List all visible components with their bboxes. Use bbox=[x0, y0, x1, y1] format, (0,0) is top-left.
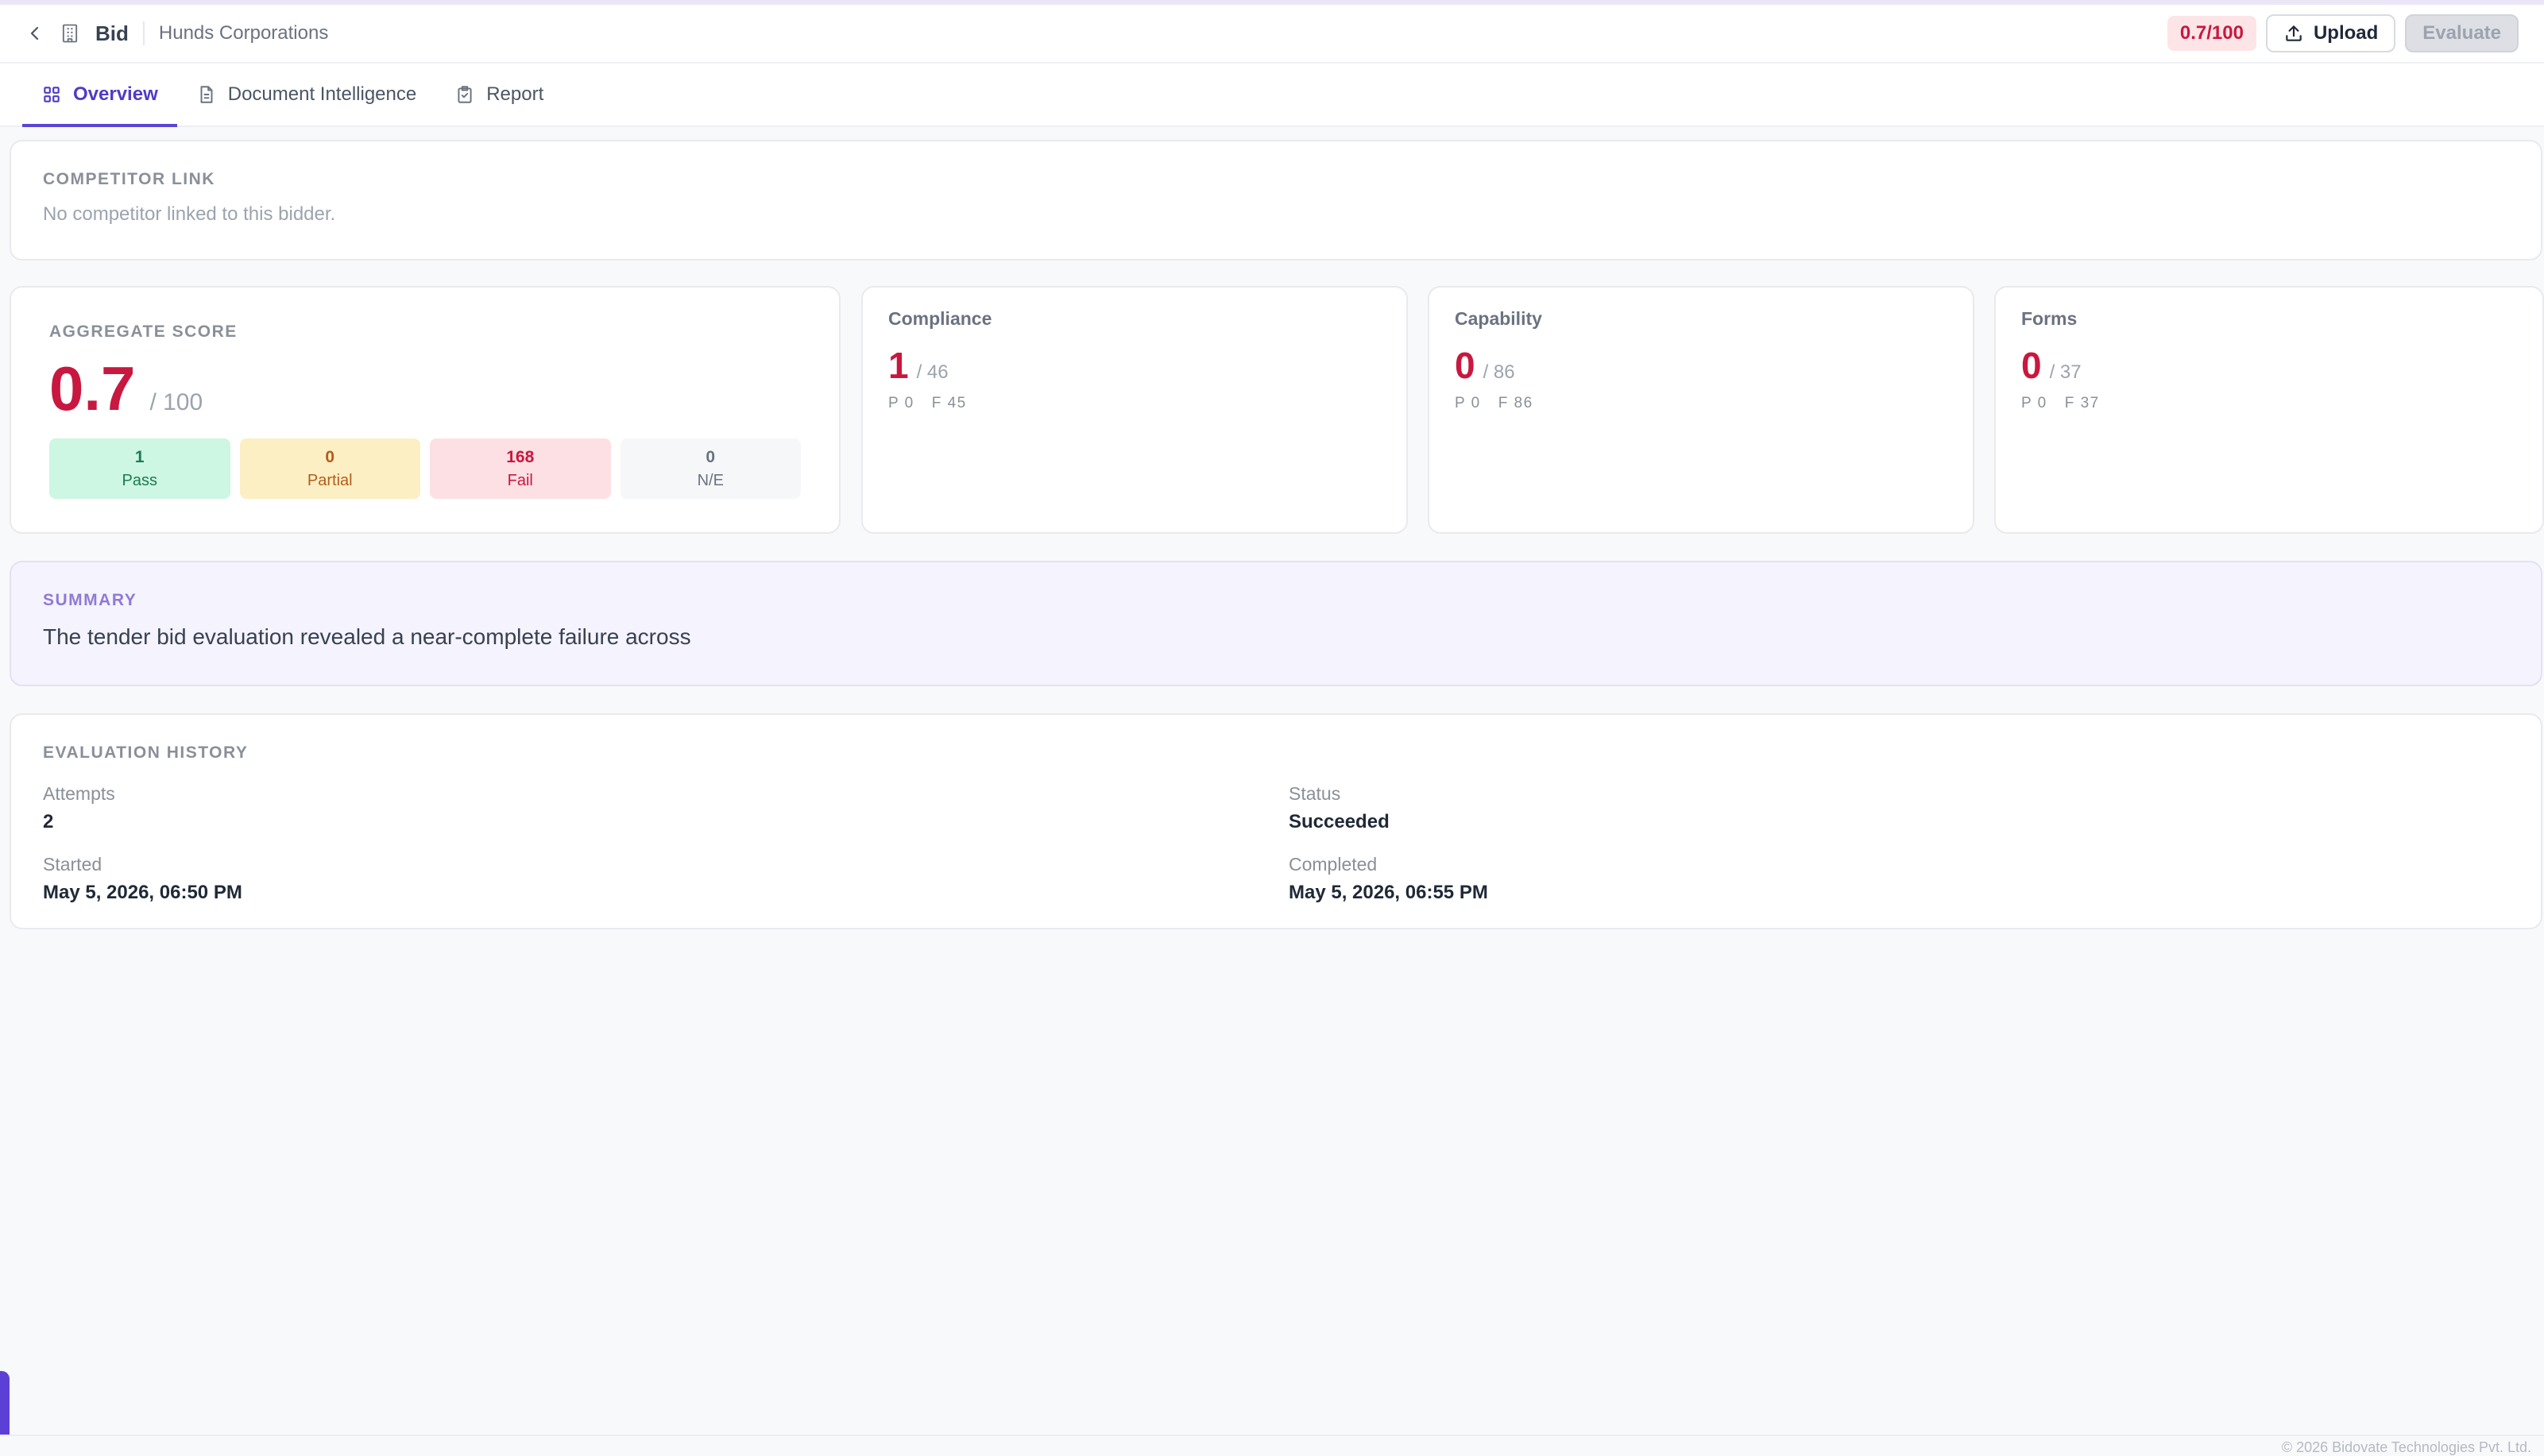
ne-tile: 0 N/E bbox=[620, 438, 801, 499]
metric-value: 0 bbox=[1455, 345, 1475, 386]
metric-score: 0 / 37 bbox=[2021, 347, 2517, 384]
metric-pass-fail: P 0 F 86 bbox=[1455, 395, 1947, 412]
metric-fail: F 37 bbox=[2064, 395, 2100, 411]
capability-card: Capability 0 / 86 P 0 F 86 bbox=[1428, 286, 1974, 534]
summary-text: The tender bid evaluation revealed a nea… bbox=[43, 624, 691, 649]
attempts-field: Attempts 2 bbox=[43, 783, 1289, 833]
upload-icon bbox=[2283, 23, 2304, 44]
result-tiles: 1 Pass 0 Partial 168 Fail 0 N/E bbox=[49, 438, 801, 499]
metric-pass-fail: P 0 F 37 bbox=[2021, 395, 2517, 412]
page-footer: © 2026 Bidovate Technologies Pvt. Ltd. bbox=[0, 1435, 2544, 1455]
fail-count: 168 bbox=[506, 447, 535, 466]
metric-fail: F 45 bbox=[931, 395, 967, 411]
tab-label: Document Intelligence bbox=[227, 83, 417, 105]
upload-button[interactable]: Upload bbox=[2265, 14, 2396, 52]
chevron-left-icon[interactable] bbox=[25, 24, 44, 43]
metric-value: 0 bbox=[2021, 345, 2042, 386]
attempts-value: 2 bbox=[43, 811, 54, 832]
status-value: Succeeded bbox=[1289, 811, 1390, 832]
metric-pass: P 0 bbox=[1455, 395, 1481, 411]
section-title: SUMMARY bbox=[43, 591, 137, 609]
status-field: Status Succeeded bbox=[1289, 783, 2512, 833]
tab-overview[interactable]: Overview bbox=[22, 64, 177, 127]
tab-label: Overview bbox=[73, 83, 158, 105]
history-grid: Attempts 2 Status Succeeded Started May … bbox=[43, 783, 2509, 904]
ne-label: N/E bbox=[697, 471, 724, 489]
completed-value: May 5, 2026, 06:55 PM bbox=[1289, 882, 1488, 903]
metric-title: Compliance bbox=[888, 308, 992, 329]
page-header: Bid Hunds Corporations 0.7/100 Upload Ev… bbox=[0, 5, 2544, 64]
started-value: May 5, 2026, 06:50 PM bbox=[43, 882, 242, 903]
metric-title: Forms bbox=[2021, 308, 2078, 329]
pass-tile: 1 Pass bbox=[49, 438, 230, 499]
competitor-empty-text: No competitor linked to this bidder. bbox=[43, 203, 336, 225]
header-divider bbox=[142, 21, 145, 45]
completed-field: Completed May 5, 2026, 06:55 PM bbox=[1289, 854, 2512, 904]
forms-card: Forms 0 / 37 P 0 F 37 bbox=[1994, 286, 2544, 534]
metric-title: Capability bbox=[1455, 308, 1542, 329]
completed-label: Completed bbox=[1289, 854, 1378, 875]
metric-pass: P 0 bbox=[888, 395, 914, 411]
competitor-link-card: COMPETITOR LINK No competitor linked to … bbox=[10, 140, 2542, 261]
pass-label: Pass bbox=[122, 471, 157, 489]
partial-count: 0 bbox=[325, 447, 335, 466]
attempts-label: Attempts bbox=[43, 783, 115, 804]
metric-total: / 86 bbox=[1483, 361, 1515, 383]
evaluate-button[interactable]: Evaluate bbox=[2405, 14, 2519, 52]
aggregate-value: 0.7 bbox=[49, 353, 136, 423]
metric-pass: P 0 bbox=[2021, 395, 2047, 411]
aggregate-score: 0.7 / 100 bbox=[49, 357, 801, 419]
tab-label: Report bbox=[486, 83, 544, 105]
section-title: EVALUATION HISTORY bbox=[43, 743, 249, 762]
metric-score: 0 / 86 bbox=[1455, 347, 1947, 384]
ne-count: 0 bbox=[706, 447, 716, 466]
tab-document-intelligence[interactable]: Document Intelligence bbox=[177, 64, 435, 126]
tab-report[interactable]: Report bbox=[435, 64, 563, 126]
building-icon bbox=[59, 22, 81, 44]
metric-fail: F 86 bbox=[1498, 395, 1533, 411]
partial-tile: 0 Partial bbox=[239, 438, 420, 499]
header-actions: 0.7/100 Upload Evaluate bbox=[2167, 14, 2519, 52]
page-title: Bid bbox=[95, 21, 129, 45]
summary-card: SUMMARY The tender bid evaluation reveal… bbox=[10, 561, 2542, 686]
aggregate-score-card: AGGREGATE SCORE 0.7 / 100 1 Pass 0 Parti… bbox=[10, 286, 841, 534]
metric-pass-fail: P 0 F 45 bbox=[888, 395, 1381, 412]
metric-value: 1 bbox=[888, 345, 909, 386]
upload-label: Upload bbox=[2313, 22, 2379, 44]
footer-copyright: © 2026 Bidovate Technologies Pvt. Ltd. bbox=[2281, 1439, 2531, 1455]
section-title: AGGREGATE SCORE bbox=[49, 322, 238, 341]
grid-icon bbox=[41, 84, 62, 105]
pass-count: 1 bbox=[134, 447, 145, 466]
fail-tile: 168 Fail bbox=[430, 438, 611, 499]
section-title: COMPETITOR LINK bbox=[43, 170, 215, 188]
aggregate-total: / 100 bbox=[149, 389, 203, 415]
score-badge: 0.7/100 bbox=[2167, 16, 2256, 51]
clipboard-icon bbox=[454, 84, 475, 105]
started-field: Started May 5, 2026, 06:50 PM bbox=[43, 854, 1289, 904]
document-icon bbox=[196, 84, 217, 105]
metric-total: / 46 bbox=[916, 361, 949, 383]
tab-bar: Overview Document Intelligence Report bbox=[0, 64, 2544, 127]
org-name: Hunds Corporations bbox=[158, 22, 329, 44]
fail-label: Fail bbox=[507, 471, 533, 489]
compliance-card: Compliance 1 / 46 P 0 F 45 bbox=[861, 286, 1408, 534]
status-label: Status bbox=[1289, 783, 1341, 804]
metric-score: 1 / 46 bbox=[888, 347, 1381, 384]
header-left: Bid Hunds Corporations bbox=[25, 21, 328, 46]
metric-total: / 37 bbox=[2049, 361, 2082, 383]
partial-label: Partial bbox=[307, 471, 353, 489]
started-label: Started bbox=[43, 854, 102, 875]
evaluation-history-card: EVALUATION HISTORY Attempts 2 Status Suc… bbox=[10, 713, 2542, 929]
